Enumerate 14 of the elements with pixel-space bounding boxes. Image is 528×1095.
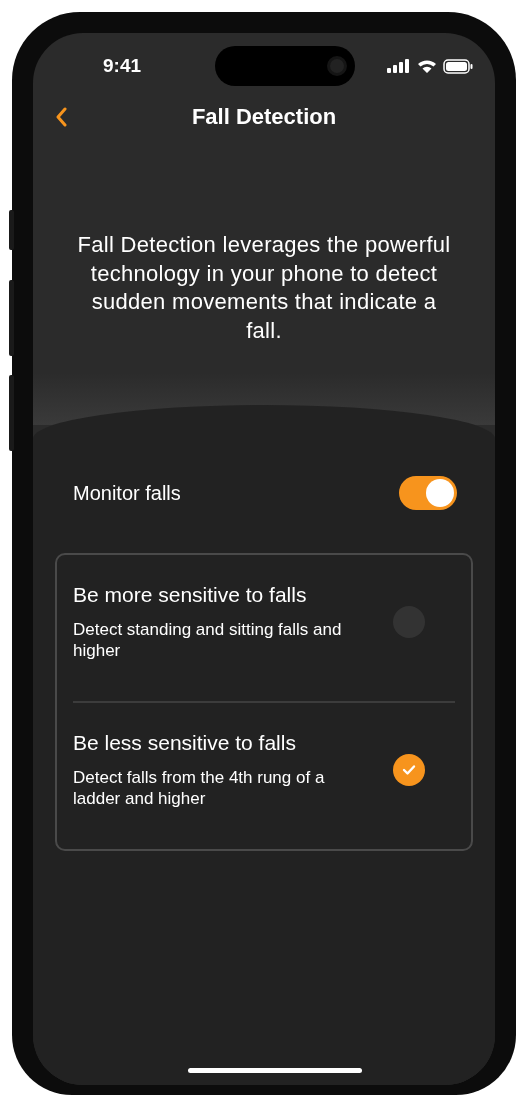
option-description: Detect standing and sitting falls and higher <box>73 619 343 661</box>
signal-icon <box>387 59 411 73</box>
check-icon <box>402 764 416 776</box>
option-description: Detect falls from the 4th rung of a ladder and higher <box>73 767 326 809</box>
status-time: 9:41 <box>103 55 142 77</box>
option-title: Be more sensitive to falls <box>73 583 308 607</box>
selected-radio[interactable] <box>393 754 425 786</box>
screen-title: Fall Detection <box>191 104 337 130</box>
battery-icon <box>443 58 473 74</box>
description-text: Fall Detection leverages the powerful technology in your phone to detect sudden movements that indicate a fall. <box>76 231 452 345</box>
monitor-toggle[interactable] <box>399 476 457 510</box>
wifi-icon <box>417 58 437 74</box>
option-title: Be less sensitive to falls <box>73 731 297 755</box>
monitor-label: Monitor falls <box>73 481 181 505</box>
